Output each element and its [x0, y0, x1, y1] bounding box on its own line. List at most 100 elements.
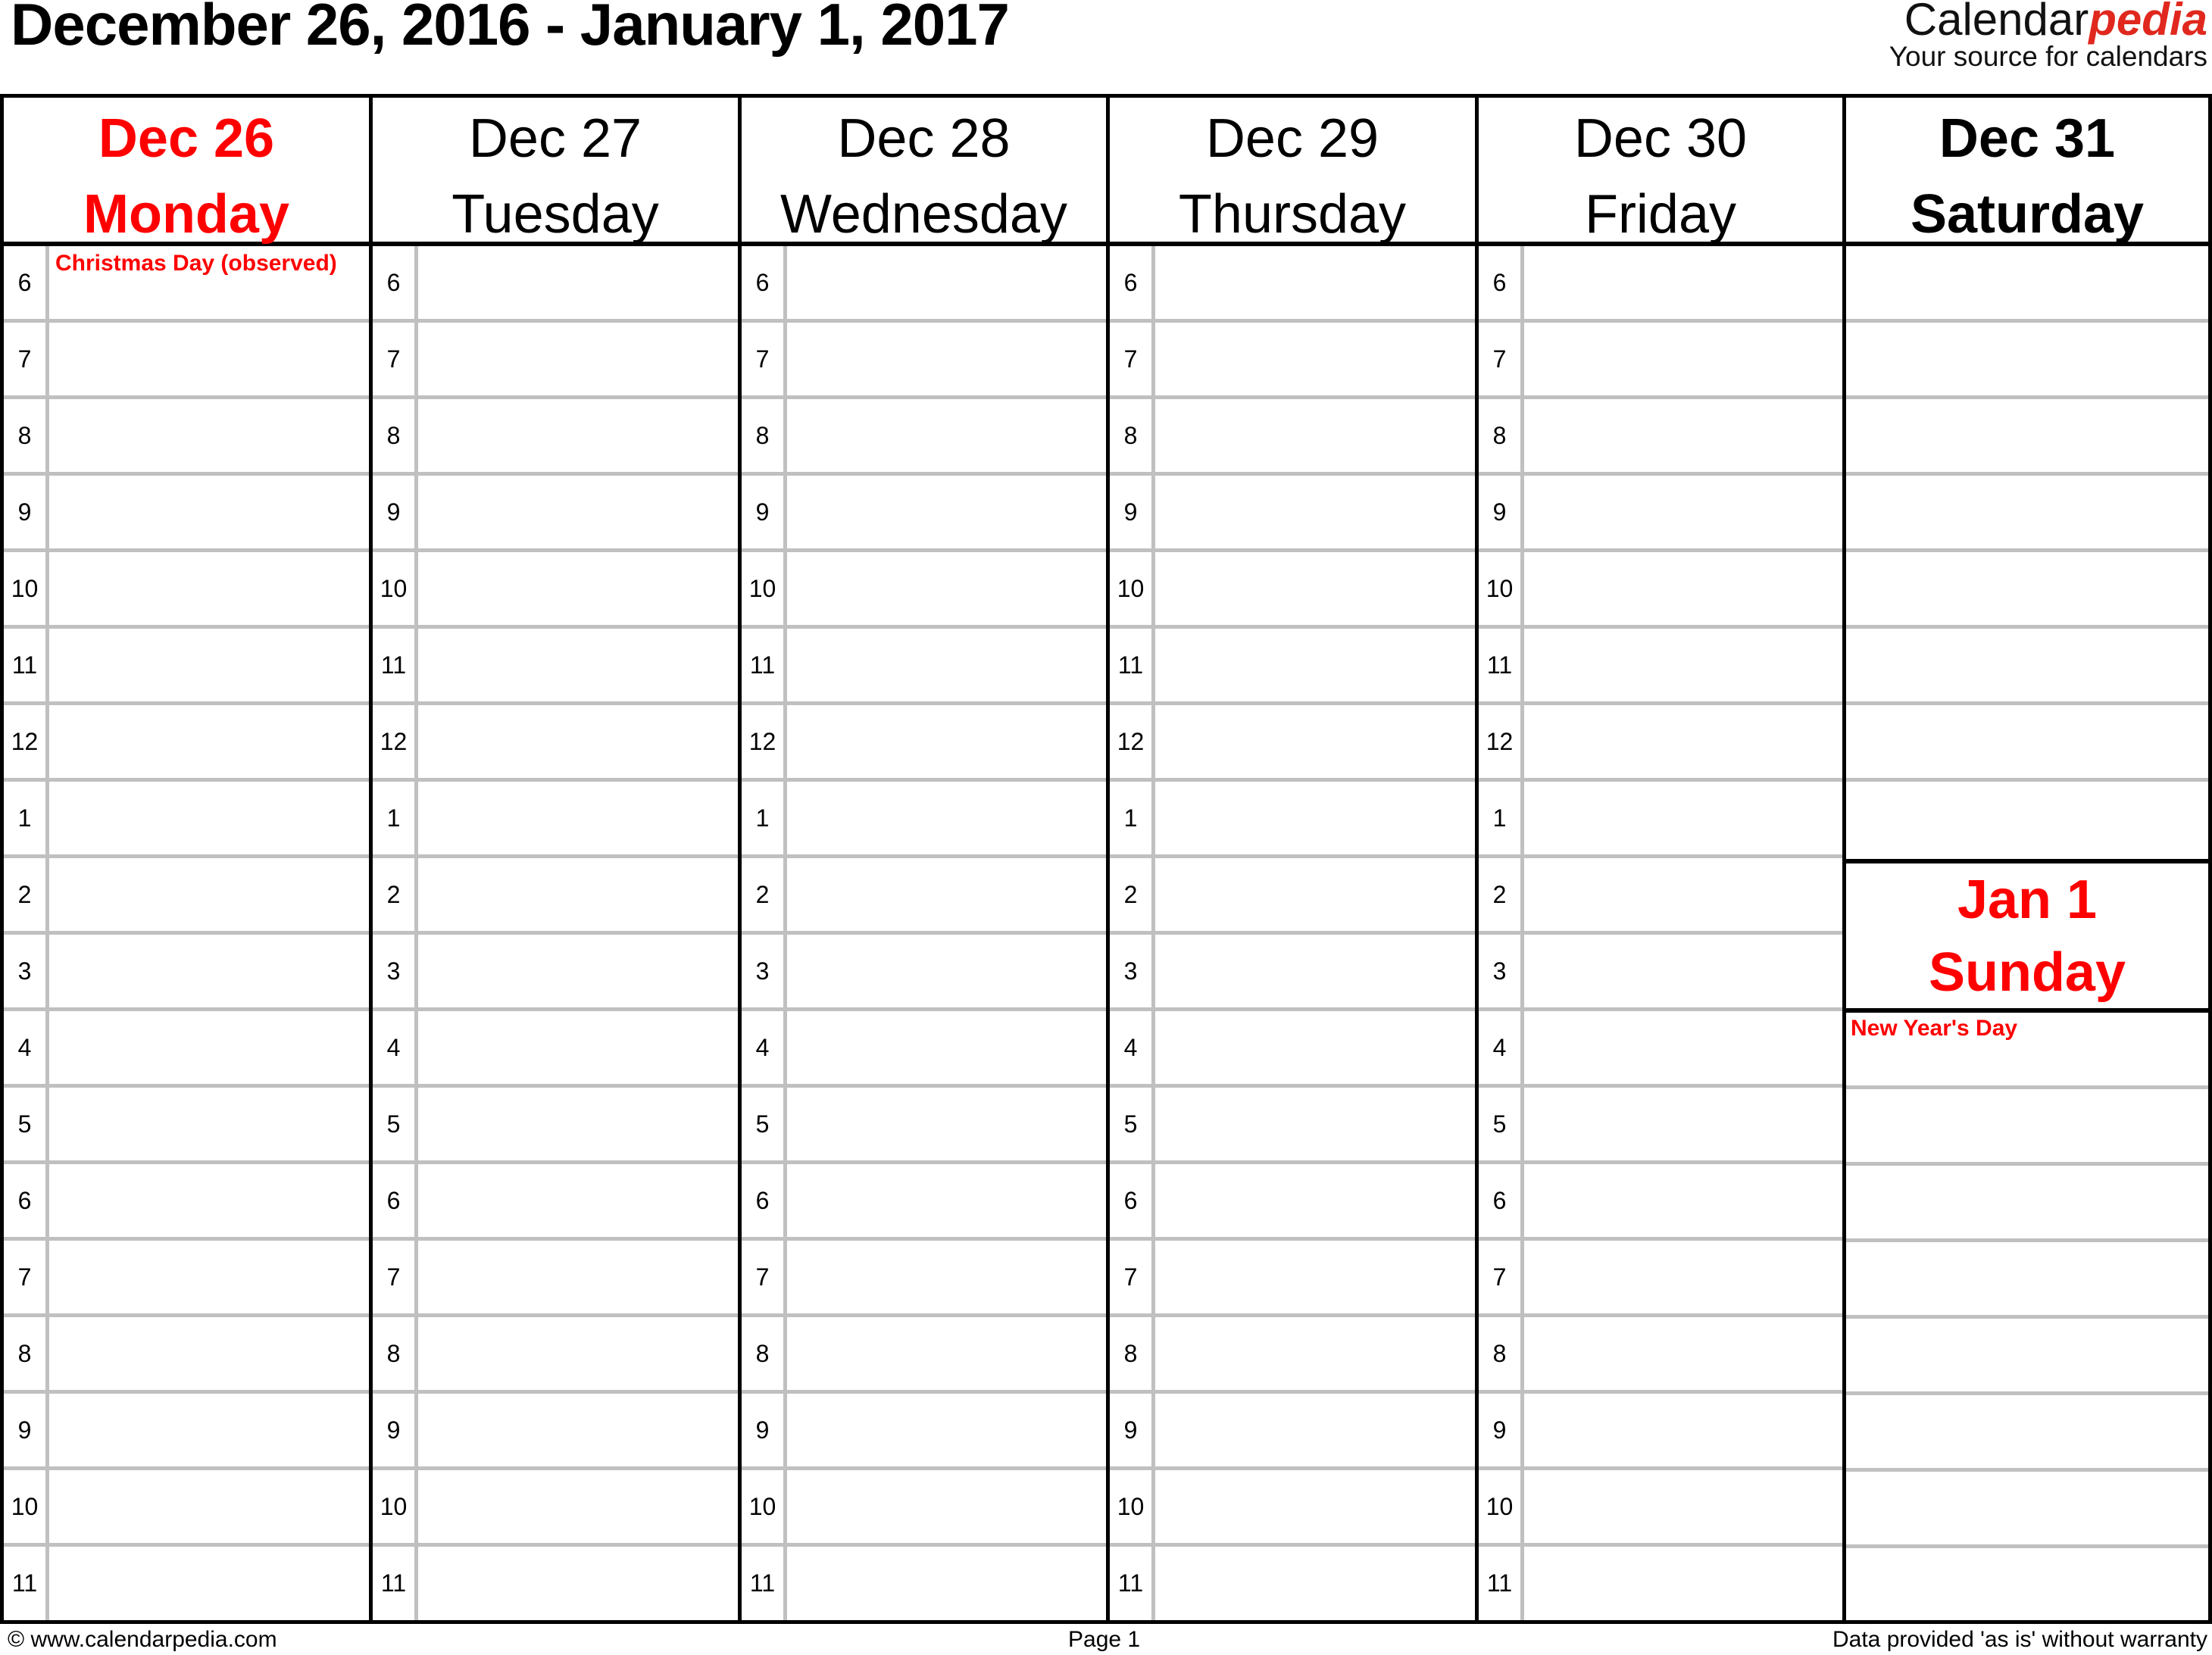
time-slot[interactable]: 7 [4, 1241, 369, 1317]
time-slot[interactable]: 2 [1479, 858, 1842, 935]
time-slot[interactable]: 8 [4, 1317, 369, 1394]
time-slot[interactable]: 6 [742, 1164, 1106, 1241]
time-slot[interactable]: 8 [742, 399, 1106, 476]
time-slot[interactable]: 3 [1479, 935, 1842, 1011]
time-slot[interactable] [1846, 1395, 2208, 1472]
time-slot[interactable]: 9 [1110, 476, 1475, 552]
time-slot[interactable]: 12 [373, 705, 738, 782]
time-slot[interactable]: 5 [373, 1088, 738, 1164]
time-slot[interactable]: 8 [1479, 1317, 1842, 1394]
time-slot[interactable]: 10 [373, 1470, 738, 1547]
time-slot[interactable]: 11 [373, 629, 738, 705]
time-slot[interactable] [1846, 705, 2208, 782]
time-slot[interactable]: 7 [1479, 323, 1842, 399]
time-slot[interactable]: 8 [1110, 399, 1475, 476]
time-slot[interactable]: 8 [373, 399, 738, 476]
time-slot[interactable]: 6 [4, 1164, 369, 1241]
time-slot[interactable]: 1 [1479, 782, 1842, 858]
time-slot[interactable] [1846, 1089, 2208, 1166]
time-slot[interactable] [1846, 476, 2208, 552]
time-slot[interactable]: 12 [1110, 705, 1475, 782]
time-slot[interactable]: 3 [742, 935, 1106, 1011]
time-slot[interactable]: 9 [373, 476, 738, 552]
time-slot[interactable]: 8 [742, 1317, 1106, 1394]
time-slot[interactable]: 4 [1110, 1011, 1475, 1088]
time-slot[interactable]: 11 [1110, 1547, 1475, 1623]
time-slot[interactable]: 1 [4, 782, 369, 858]
time-slot[interactable]: 8 [1110, 1317, 1475, 1394]
time-slot[interactable]: 8 [4, 399, 369, 476]
time-slot[interactable]: 5 [1479, 1088, 1842, 1164]
time-slot[interactable]: 6 [1110, 1164, 1475, 1241]
time-slot[interactable]: 6 [373, 1164, 738, 1241]
time-slot[interactable]: 11 [742, 1547, 1106, 1623]
time-slot[interactable]: 7 [373, 323, 738, 399]
time-slot[interactable]: 11 [373, 1547, 738, 1623]
time-slot[interactable]: New Year's Day [1846, 1013, 2208, 1089]
time-slot[interactable]: 5 [4, 1088, 369, 1164]
time-slot[interactable]: 12 [742, 705, 1106, 782]
time-slot[interactable]: 10 [1479, 552, 1842, 629]
time-slot[interactable]: 6 [373, 246, 738, 323]
time-slot[interactable] [1846, 629, 2208, 705]
time-slot[interactable] [1846, 399, 2208, 476]
time-slot[interactable] [1846, 323, 2208, 399]
time-slot[interactable]: 7 [742, 323, 1106, 399]
time-slot[interactable]: 1 [373, 782, 738, 858]
time-slot[interactable]: 11 [1479, 1547, 1842, 1623]
time-slot[interactable]: 5 [742, 1088, 1106, 1164]
time-slot[interactable]: 3 [373, 935, 738, 1011]
time-slot[interactable]: 10 [1110, 552, 1475, 629]
time-slot[interactable]: 2 [373, 858, 738, 935]
time-slot[interactable]: 6 [1110, 246, 1475, 323]
time-slot[interactable]: 6 [1479, 246, 1842, 323]
time-slot[interactable]: 7 [742, 1241, 1106, 1317]
time-slot[interactable]: 3 [4, 935, 369, 1011]
time-slot[interactable]: 4 [1479, 1011, 1842, 1088]
time-slot[interactable]: 10 [742, 1470, 1106, 1547]
time-slot[interactable]: 11 [742, 629, 1106, 705]
time-slot[interactable]: 7 [373, 1241, 738, 1317]
time-slot[interactable]: 10 [1479, 1470, 1842, 1547]
time-slot[interactable]: 10 [4, 1470, 369, 1547]
time-slot[interactable]: 9 [373, 1394, 738, 1470]
time-slot[interactable]: 6 [742, 246, 1106, 323]
time-slot[interactable]: 10 [373, 552, 738, 629]
time-slot[interactable]: 2 [742, 858, 1106, 935]
time-slot[interactable]: 10 [4, 552, 369, 629]
time-slot[interactable]: 6 Christmas Day (observed) [4, 246, 369, 323]
time-slot[interactable]: 7 [1110, 323, 1475, 399]
time-slot[interactable]: 10 [1110, 1470, 1475, 1547]
time-slot[interactable]: 6 [1479, 1164, 1842, 1241]
time-slot[interactable]: 4 [373, 1011, 738, 1088]
time-slot[interactable]: 12 [1479, 705, 1842, 782]
time-slot[interactable]: 8 [373, 1317, 738, 1394]
time-slot[interactable]: 10 [742, 552, 1106, 629]
time-slot[interactable]: 9 [1479, 1394, 1842, 1470]
time-slot[interactable]: 1 [1110, 782, 1475, 858]
time-slot[interactable]: 2 [1110, 858, 1475, 935]
time-slot[interactable]: 12 [4, 705, 369, 782]
time-slot[interactable] [1846, 1319, 2208, 1395]
time-slot[interactable] [1846, 1472, 2208, 1548]
time-slot[interactable]: 9 [742, 476, 1106, 552]
time-slot[interactable]: 9 [4, 1394, 369, 1470]
time-slot[interactable]: 11 [1110, 629, 1475, 705]
time-slot[interactable]: 2 [4, 858, 369, 935]
time-slot[interactable]: 9 [4, 476, 369, 552]
time-slot[interactable]: 9 [1110, 1394, 1475, 1470]
time-slot[interactable]: 9 [742, 1394, 1106, 1470]
time-slot[interactable] [1846, 552, 2208, 629]
time-slot[interactable]: 8 [1479, 399, 1842, 476]
time-slot[interactable]: 9 [1479, 476, 1842, 552]
time-slot[interactable]: 4 [742, 1011, 1106, 1088]
time-slot[interactable] [1846, 1242, 2208, 1319]
time-slot[interactable] [1846, 246, 2208, 323]
time-slot[interactable] [1846, 1166, 2208, 1242]
time-slot[interactable]: 1 [742, 782, 1106, 858]
time-slot[interactable]: 11 [4, 629, 369, 705]
time-slot[interactable]: 3 [1110, 935, 1475, 1011]
time-slot[interactable]: 11 [1479, 629, 1842, 705]
time-slot[interactable]: 11 [4, 1547, 369, 1623]
time-slot[interactable]: 4 [4, 1011, 369, 1088]
